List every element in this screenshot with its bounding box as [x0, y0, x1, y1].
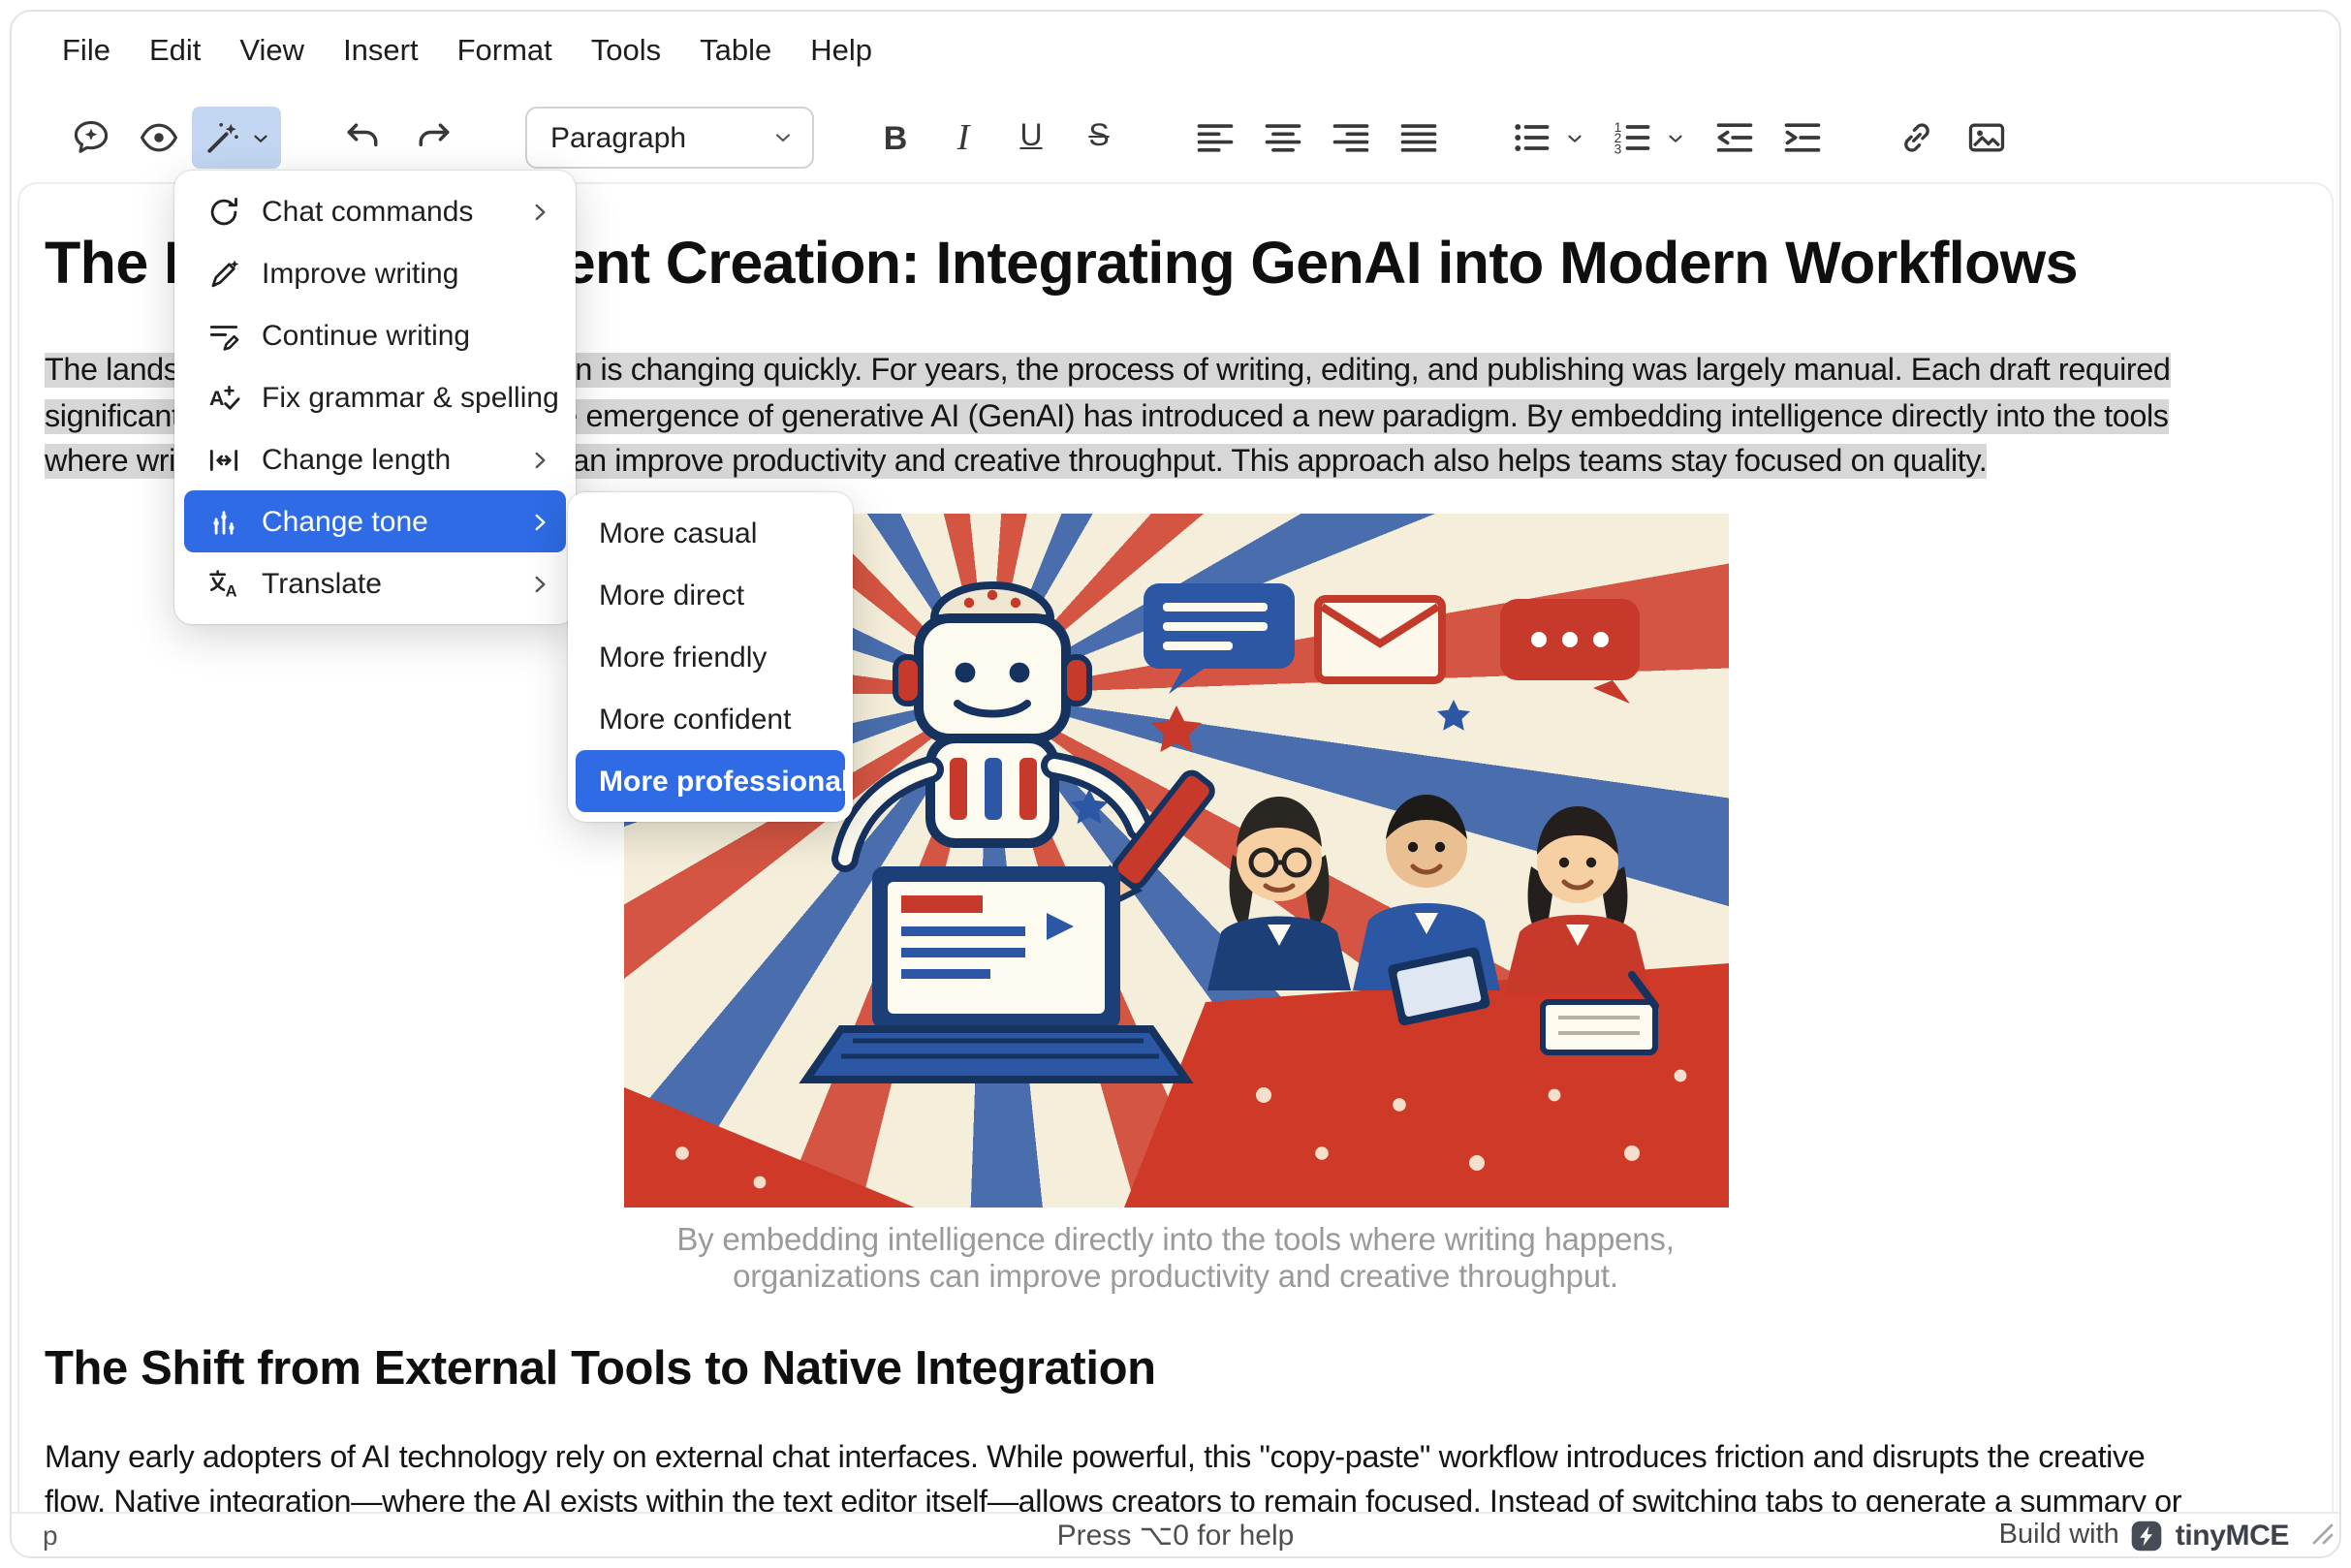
- resize-handle[interactable]: [2312, 1520, 2334, 1551]
- chevron-down-icon: [250, 127, 271, 148]
- editor-window: File Edit View Insert Format Tools Table…: [10, 10, 2341, 1558]
- submenu-item-more-direct[interactable]: More direct: [576, 564, 845, 626]
- numbered-list-button[interactable]: 1 2 3: [1603, 109, 1661, 167]
- menu-item-change-tone[interactable]: Change tone: [184, 490, 566, 552]
- align-right-icon: [1330, 116, 1372, 159]
- numbered-list-icon: 1 2 3: [1611, 116, 1653, 159]
- submenu-chevron-icon: [527, 571, 552, 596]
- change-tone-icon: [204, 502, 242, 541]
- align-center-icon: [1262, 116, 1304, 159]
- editor-stage: File Edit View Insert Format Tools Table…: [0, 0, 2351, 1568]
- numbered-list-options-chevron[interactable]: [1661, 127, 1688, 148]
- magic-wand-icon: [196, 109, 250, 167]
- undo-icon: [341, 116, 384, 159]
- menu-item-chat-commands[interactable]: Chat commands: [184, 180, 566, 242]
- svg-text:A: A: [208, 386, 223, 409]
- submenu-item-more-casual[interactable]: More casual: [576, 502, 845, 564]
- svg-text:A: A: [225, 581, 236, 600]
- improve-writing-icon: [204, 254, 242, 293]
- ai-shortcuts-button[interactable]: [192, 107, 281, 169]
- menubar-item-insert[interactable]: Insert: [324, 25, 438, 79]
- strikethrough-icon: S: [1088, 122, 1109, 153]
- link-button[interactable]: [1888, 109, 1946, 167]
- submenu-item-more-friendly[interactable]: More friendly: [576, 626, 845, 688]
- ai-chat-icon: [70, 116, 112, 159]
- indent-button[interactable]: [1773, 109, 1832, 167]
- tinymce-logo-icon: [2131, 1519, 2164, 1552]
- italic-button[interactable]: I: [934, 109, 992, 167]
- menubar: File Edit View Insert Format Tools Table…: [12, 12, 2339, 93]
- menu-item-fix-grammar[interactable]: A Fix grammar & spelling: [184, 366, 566, 428]
- block-format-select[interactable]: Paragraph: [525, 107, 814, 169]
- body-paragraph[interactable]: Many early adopters of AI technology rel…: [45, 1436, 2306, 1512]
- document-heading-2: The Shift from External Tools to Native …: [45, 1343, 2306, 1397]
- image-button[interactable]: [1958, 109, 2016, 167]
- help-shortcut-text: Press ⌥0 for help: [12, 1518, 2339, 1552]
- underline-button[interactable]: U: [1002, 109, 1060, 167]
- menubar-item-file[interactable]: File: [43, 25, 130, 79]
- menubar-item-format[interactable]: Format: [438, 25, 572, 79]
- menu-item-continue-writing[interactable]: Continue writing: [184, 304, 566, 366]
- chat-commands-icon: [204, 192, 242, 231]
- bullet-list-options-chevron[interactable]: [1560, 127, 1587, 148]
- outdent-icon: [1713, 116, 1756, 159]
- toolbar: Paragraph B I U S: [12, 93, 2339, 182]
- ai-agent-icon: [138, 116, 180, 159]
- submenu-item-more-confident[interactable]: More confident: [576, 688, 845, 750]
- menu-item-change-length[interactable]: Change length: [184, 428, 566, 490]
- menubar-item-help[interactable]: Help: [791, 25, 892, 79]
- align-center-button[interactable]: [1254, 109, 1312, 167]
- menubar-item-tools[interactable]: Tools: [572, 25, 680, 79]
- paragraph-line: Many early adopters of AI technology rel…: [45, 1436, 2306, 1481]
- submenu-chevron-icon: [527, 447, 552, 472]
- undo-button[interactable]: [333, 109, 392, 167]
- image-icon: [1965, 116, 2008, 159]
- align-justify-icon: [1397, 116, 1440, 159]
- change-length-icon: [204, 440, 242, 479]
- image-caption: By embedding intelligence directly into …: [623, 1223, 1728, 1297]
- ai-agent-button[interactable]: [130, 109, 188, 167]
- menu-item-translate[interactable]: A Translate: [184, 552, 566, 614]
- italic-icon: I: [957, 119, 970, 156]
- bullet-list-button[interactable]: [1502, 109, 1560, 167]
- paragraph-line: flow. Native integration—where the AI ex…: [45, 1481, 2306, 1512]
- menu-item-improve-writing[interactable]: Improve writing: [184, 242, 566, 304]
- continue-writing-icon: [204, 316, 242, 355]
- brand-prefix-text: Build with: [1999, 1520, 2119, 1551]
- change-tone-submenu: More casual More direct More friendly Mo…: [568, 492, 853, 822]
- indent-icon: [1781, 116, 1824, 159]
- strikethrough-button[interactable]: S: [1070, 109, 1128, 167]
- align-left-button[interactable]: [1186, 109, 1244, 167]
- redo-button[interactable]: [405, 109, 463, 167]
- link-icon: [1896, 116, 1938, 159]
- branding[interactable]: Build with tinyMCE: [1999, 1519, 2308, 1552]
- submenu-chevron-icon: [527, 199, 552, 224]
- menubar-item-view[interactable]: View: [220, 25, 324, 79]
- statusbar: p Press ⌥0 for help Build with tinyMCE: [12, 1512, 2339, 1556]
- bold-icon: B: [884, 121, 908, 154]
- ai-chat-button[interactable]: [62, 109, 120, 167]
- menubar-item-table[interactable]: Table: [680, 25, 791, 79]
- svg-text:3: 3: [1614, 142, 1622, 157]
- brand-name-text: tinyMCE: [2176, 1519, 2289, 1552]
- submenu-item-more-professional[interactable]: More professional: [576, 750, 845, 812]
- align-right-button[interactable]: [1322, 109, 1380, 167]
- submenu-chevron-icon: [527, 509, 552, 534]
- redo-icon: [413, 116, 455, 159]
- fix-grammar-icon: A: [204, 378, 242, 417]
- bold-button[interactable]: B: [866, 109, 925, 167]
- outdent-button[interactable]: [1706, 109, 1764, 167]
- align-justify-button[interactable]: [1390, 109, 1448, 167]
- menubar-item-edit[interactable]: Edit: [130, 25, 220, 79]
- underline-icon: U: [1019, 122, 1042, 153]
- translate-icon: A: [204, 564, 242, 603]
- bullet-list-icon: [1510, 116, 1552, 159]
- chevron-down-icon: [771, 126, 795, 149]
- align-left-icon: [1194, 116, 1237, 159]
- ai-dropdown-menu: Chat commands Improve writing Continue w…: [174, 171, 576, 624]
- block-format-label: Paragraph: [550, 121, 686, 154]
